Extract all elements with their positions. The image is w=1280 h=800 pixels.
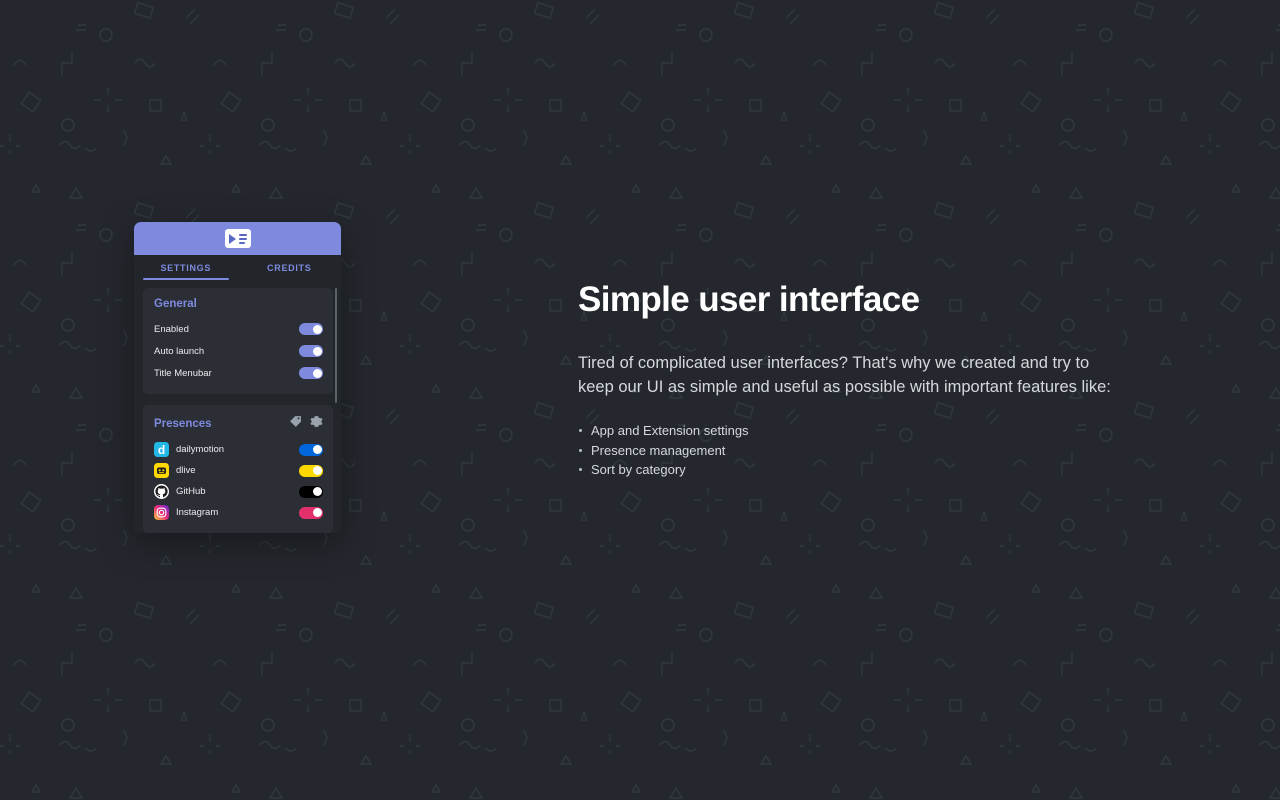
toggle-knob (312, 466, 322, 475)
presence-label-instagram: Instagram (176, 507, 219, 518)
setting-label-title-menubar: Title Menubar (154, 367, 212, 379)
setting-label-auto-launch: Auto launch (154, 345, 205, 357)
toggle-github[interactable] (299, 485, 323, 498)
setting-row-auto-launch: Auto launch (154, 340, 323, 362)
toggle-dlive[interactable] (299, 464, 323, 477)
toggle-knob (312, 324, 322, 334)
presence-label-dlive: dlive (176, 465, 196, 476)
svg-text:d: d (158, 443, 165, 457)
feature-list: App and Extension settings Presence mana… (578, 421, 1118, 480)
presences-header: Presences (154, 415, 323, 433)
setting-row-enabled: Enabled (154, 318, 323, 340)
list-item: App and Extension settings (578, 421, 1118, 441)
toggle-enabled[interactable] (299, 323, 323, 335)
tab-credits-label: CREDITS (267, 262, 312, 273)
toggle-dailymotion[interactable] (299, 443, 323, 456)
toggle-instagram[interactable] (299, 506, 323, 519)
presence-row-github: GitHub (154, 481, 323, 502)
setting-label-enabled: Enabled (154, 323, 189, 335)
settings-scroll-area[interactable]: General Enabled Auto launch Title Menuba… (134, 280, 341, 533)
presence-label-github: GitHub (176, 486, 206, 497)
gear-icon[interactable] (310, 415, 323, 433)
presence-row-instagram: Instagram (154, 502, 323, 523)
window-header (134, 222, 341, 255)
toggle-knob (312, 508, 322, 517)
toggle-knob (312, 445, 322, 454)
presences-actions (289, 415, 323, 433)
marketing-content: Simple user interface Tired of complicat… (578, 280, 1118, 480)
presence-row-dailymotion: d dailymotion (154, 439, 323, 460)
general-card: General Enabled Auto launch Title Menuba… (143, 288, 333, 394)
tag-icon[interactable] (289, 415, 302, 433)
presences-card: Presences d dailymotion dlive GitHub Ins… (143, 405, 333, 533)
toggle-knob (312, 368, 322, 378)
general-title: General (154, 298, 197, 310)
toggle-knob (312, 346, 322, 356)
toggle-title-menubar[interactable] (299, 367, 323, 379)
list-item: Presence management (578, 441, 1118, 461)
github-icon (154, 484, 169, 499)
page-paragraph: Tired of complicated user interfaces? Th… (578, 354, 1111, 396)
list-item: Sort by category (578, 460, 1118, 480)
toggle-knob (312, 487, 322, 496)
dailymotion-icon: d (154, 442, 169, 457)
app-window: SETTINGS CREDITS General Enabled Auto la… (134, 222, 341, 533)
tab-settings[interactable]: SETTINGS (134, 255, 238, 280)
setting-row-title-menubar: Title Menubar (154, 362, 323, 384)
tab-settings-label: SETTINGS (160, 262, 212, 273)
scrollbar[interactable] (335, 288, 337, 403)
page-title: Simple user interface (578, 280, 920, 319)
play-list-icon (224, 229, 251, 248)
tab-bar: SETTINGS CREDITS (134, 255, 341, 280)
tab-credits[interactable]: CREDITS (238, 255, 342, 280)
presence-label-dailymotion: dailymotion (176, 444, 225, 455)
presence-row-dlive: dlive (154, 460, 323, 481)
presences-title: Presences (154, 418, 212, 430)
dlive-icon (154, 463, 169, 478)
instagram-icon (154, 505, 169, 520)
toggle-auto-launch[interactable] (299, 345, 323, 357)
